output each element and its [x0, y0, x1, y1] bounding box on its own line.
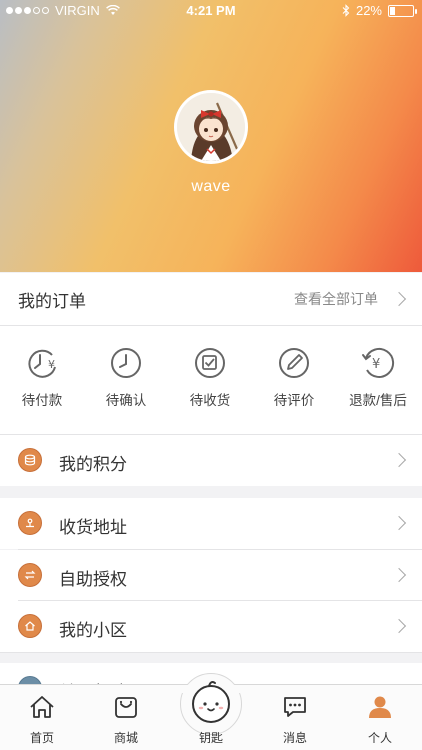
my-orders-row[interactable]: 我的订单 查看全部订单	[0, 273, 422, 325]
pending-confirm-icon	[111, 348, 141, 378]
divider	[0, 652, 422, 653]
key-mascot-icon	[192, 681, 230, 723]
tab-label: 个人	[367, 731, 392, 745]
chevron-right-icon	[391, 291, 407, 307]
menu-item-address[interactable]: 收货地址	[0, 498, 422, 549]
refund-icon: ¥	[362, 348, 395, 378]
menu-item-community[interactable]: 我的小区	[0, 601, 422, 652]
order-status-label: 待评价	[273, 393, 315, 408]
chat-bubble-icon	[284, 697, 306, 717]
order-status-label: 待收货	[189, 393, 231, 408]
tab-me[interactable]: 个人	[338, 685, 422, 750]
bluetooth-icon	[342, 4, 350, 17]
order-status-label: 待付款	[21, 393, 63, 408]
chevron-right-icon	[391, 567, 407, 583]
order-status-refund[interactable]: ¥ 退款/售后	[336, 346, 420, 409]
tab-label: 消息	[282, 731, 307, 745]
shopping-bag-icon	[115, 697, 137, 718]
order-status-bar: ¥ 待付款 待确认 待收货 待评价 ¥ 退款/售后	[0, 326, 422, 434]
battery-area: 22%	[342, 3, 417, 18]
tab-label: 首页	[29, 731, 54, 745]
chevron-right-icon	[391, 515, 407, 531]
chevron-right-icon	[391, 452, 407, 468]
menu-item-label: 收货地址	[59, 518, 127, 537]
pending-payment-icon: ¥	[28, 349, 56, 378]
location-icon	[18, 511, 42, 535]
svg-text:¥: ¥	[372, 357, 380, 372]
chevron-right-icon	[391, 618, 407, 634]
status-bar: VIRGIN 4:21 PM 22%	[0, 0, 422, 22]
menu-item-label: 自助授权	[59, 570, 127, 589]
svg-text:¥: ¥	[48, 358, 55, 371]
menu-item-points[interactable]: 我的积分	[0, 435, 422, 486]
view-all-orders-link[interactable]: 查看全部订单	[294, 289, 378, 309]
menu-item-label: 我的小区	[59, 621, 127, 640]
tab-home[interactable]: 首页	[0, 685, 84, 750]
battery-icon	[388, 4, 417, 17]
my-orders-title: 我的订单	[18, 291, 86, 311]
home-icon	[18, 614, 42, 638]
order-status-label: 待确认	[105, 393, 147, 408]
tab-label: 商城	[113, 731, 138, 745]
avatar[interactable]	[174, 90, 248, 164]
tab-key[interactable]: 钥匙	[169, 681, 253, 750]
order-status-pending-review[interactable]: 待评价	[252, 346, 336, 409]
user-icon	[369, 696, 391, 718]
profile-header: VIRGIN 4:21 PM 22% wave	[0, 0, 422, 272]
tab-label: 钥匙	[198, 731, 223, 745]
pending-receipt-icon	[195, 348, 225, 378]
order-status-pending-payment[interactable]: ¥ 待付款	[0, 346, 84, 409]
exchange-icon	[18, 563, 42, 587]
home-icon	[30, 696, 54, 718]
tab-bar: 首页 商城 钥匙 消息 个人	[0, 673, 422, 750]
order-status-pending-confirm[interactable]: 待确认	[84, 346, 168, 409]
coins-icon	[18, 448, 42, 472]
pending-review-icon	[279, 348, 309, 378]
menu-item-label: 我的积分	[59, 455, 127, 474]
order-status-pending-receipt[interactable]: 待收货	[168, 346, 252, 409]
battery-percent: 22%	[355, 3, 382, 18]
tab-messages[interactable]: 消息	[253, 685, 337, 750]
tab-mall[interactable]: 商城	[84, 685, 168, 750]
order-status-label: 退款/售后	[349, 393, 407, 408]
avatar-image	[177, 93, 245, 161]
menu-item-authorize[interactable]: 自助授权	[0, 550, 422, 601]
username[interactable]: wave	[0, 178, 422, 196]
